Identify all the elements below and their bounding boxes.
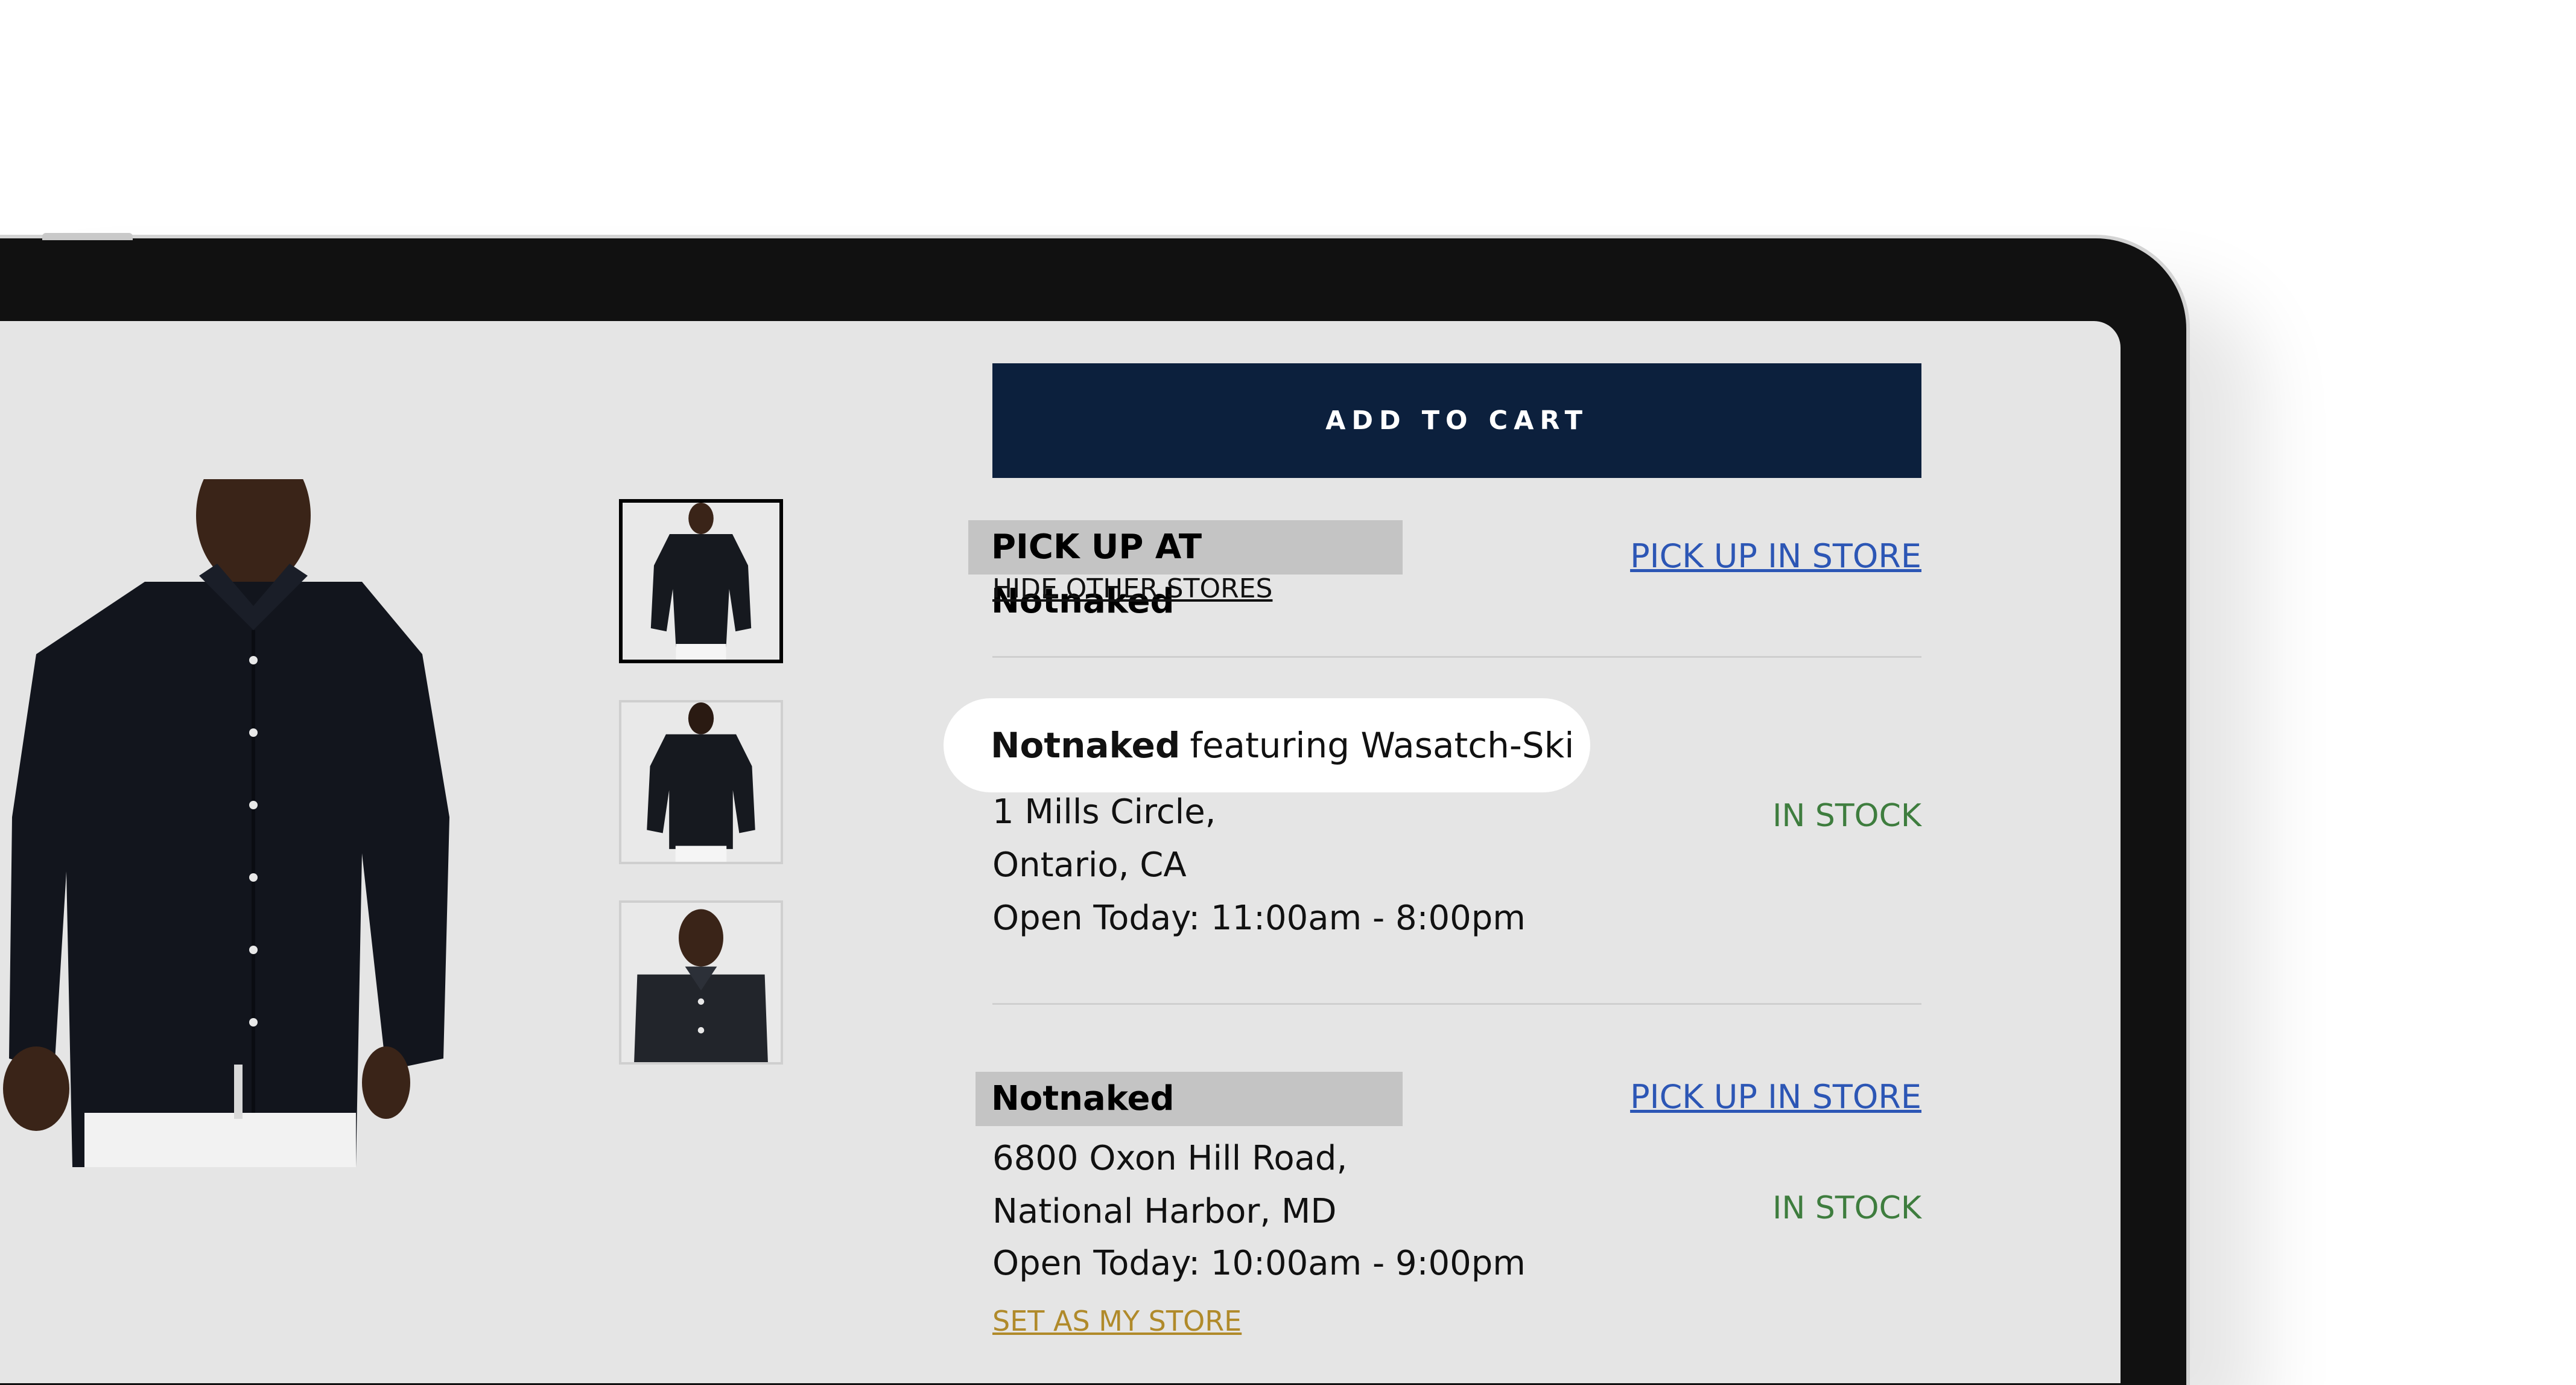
store-name: Notnaked	[976, 1072, 1403, 1126]
store-featuring: featuring Wasatch-Ski	[1190, 725, 1575, 766]
divider	[992, 1003, 1921, 1005]
thumbnail-image	[621, 702, 781, 862]
tablet-screen: ADD TO CART PICK UP AT Notnaked HIDE OTH…	[0, 321, 2121, 1383]
product-thumbnail-detail[interactable]	[619, 900, 783, 1065]
product-thumbnail-back[interactable]	[619, 700, 783, 864]
store-hours: Open Today: 10:00am - 9:00pm	[992, 1244, 1526, 1283]
store-address-line2: Ontario, CA	[992, 845, 1187, 885]
product-main-image	[3, 479, 449, 1167]
stock-status: IN STOCK	[1772, 798, 1921, 834]
store-name: Notnaked	[991, 725, 1181, 766]
product-thumbnail-front[interactable]	[619, 499, 783, 663]
store-address-line1: 6800 Oxon Hill Road,	[992, 1139, 1348, 1178]
set-as-my-store-link[interactable]: SET AS MY STORE	[992, 1305, 1242, 1337]
store-name-highlight: Notnaked featuring Wasatch-Ski	[944, 698, 1590, 792]
pickup-in-store-link[interactable]: PICK UP IN STORE	[1630, 1078, 1921, 1116]
store-hours: Open Today: 11:00am - 8:00pm	[992, 899, 1526, 938]
add-to-cart-button[interactable]: ADD TO CART	[992, 363, 1921, 478]
pickup-in-store-link[interactable]: PICK UP IN STORE	[1630, 537, 1921, 575]
stock-status: IN STOCK	[1772, 1190, 1921, 1226]
tablet-side-button	[42, 233, 133, 240]
hide-other-stores-link[interactable]: HIDE OTHER STORES	[992, 573, 1272, 604]
store-address-line1: 1 Mills Circle,	[992, 792, 1216, 832]
store-address-line2: National Harbor, MD	[992, 1192, 1337, 1231]
thumbnail-image	[623, 503, 779, 660]
pickup-location-heading: PICK UP AT Notnaked	[968, 520, 1403, 621]
thumbnail-image	[621, 903, 781, 1062]
divider	[992, 656, 1921, 658]
